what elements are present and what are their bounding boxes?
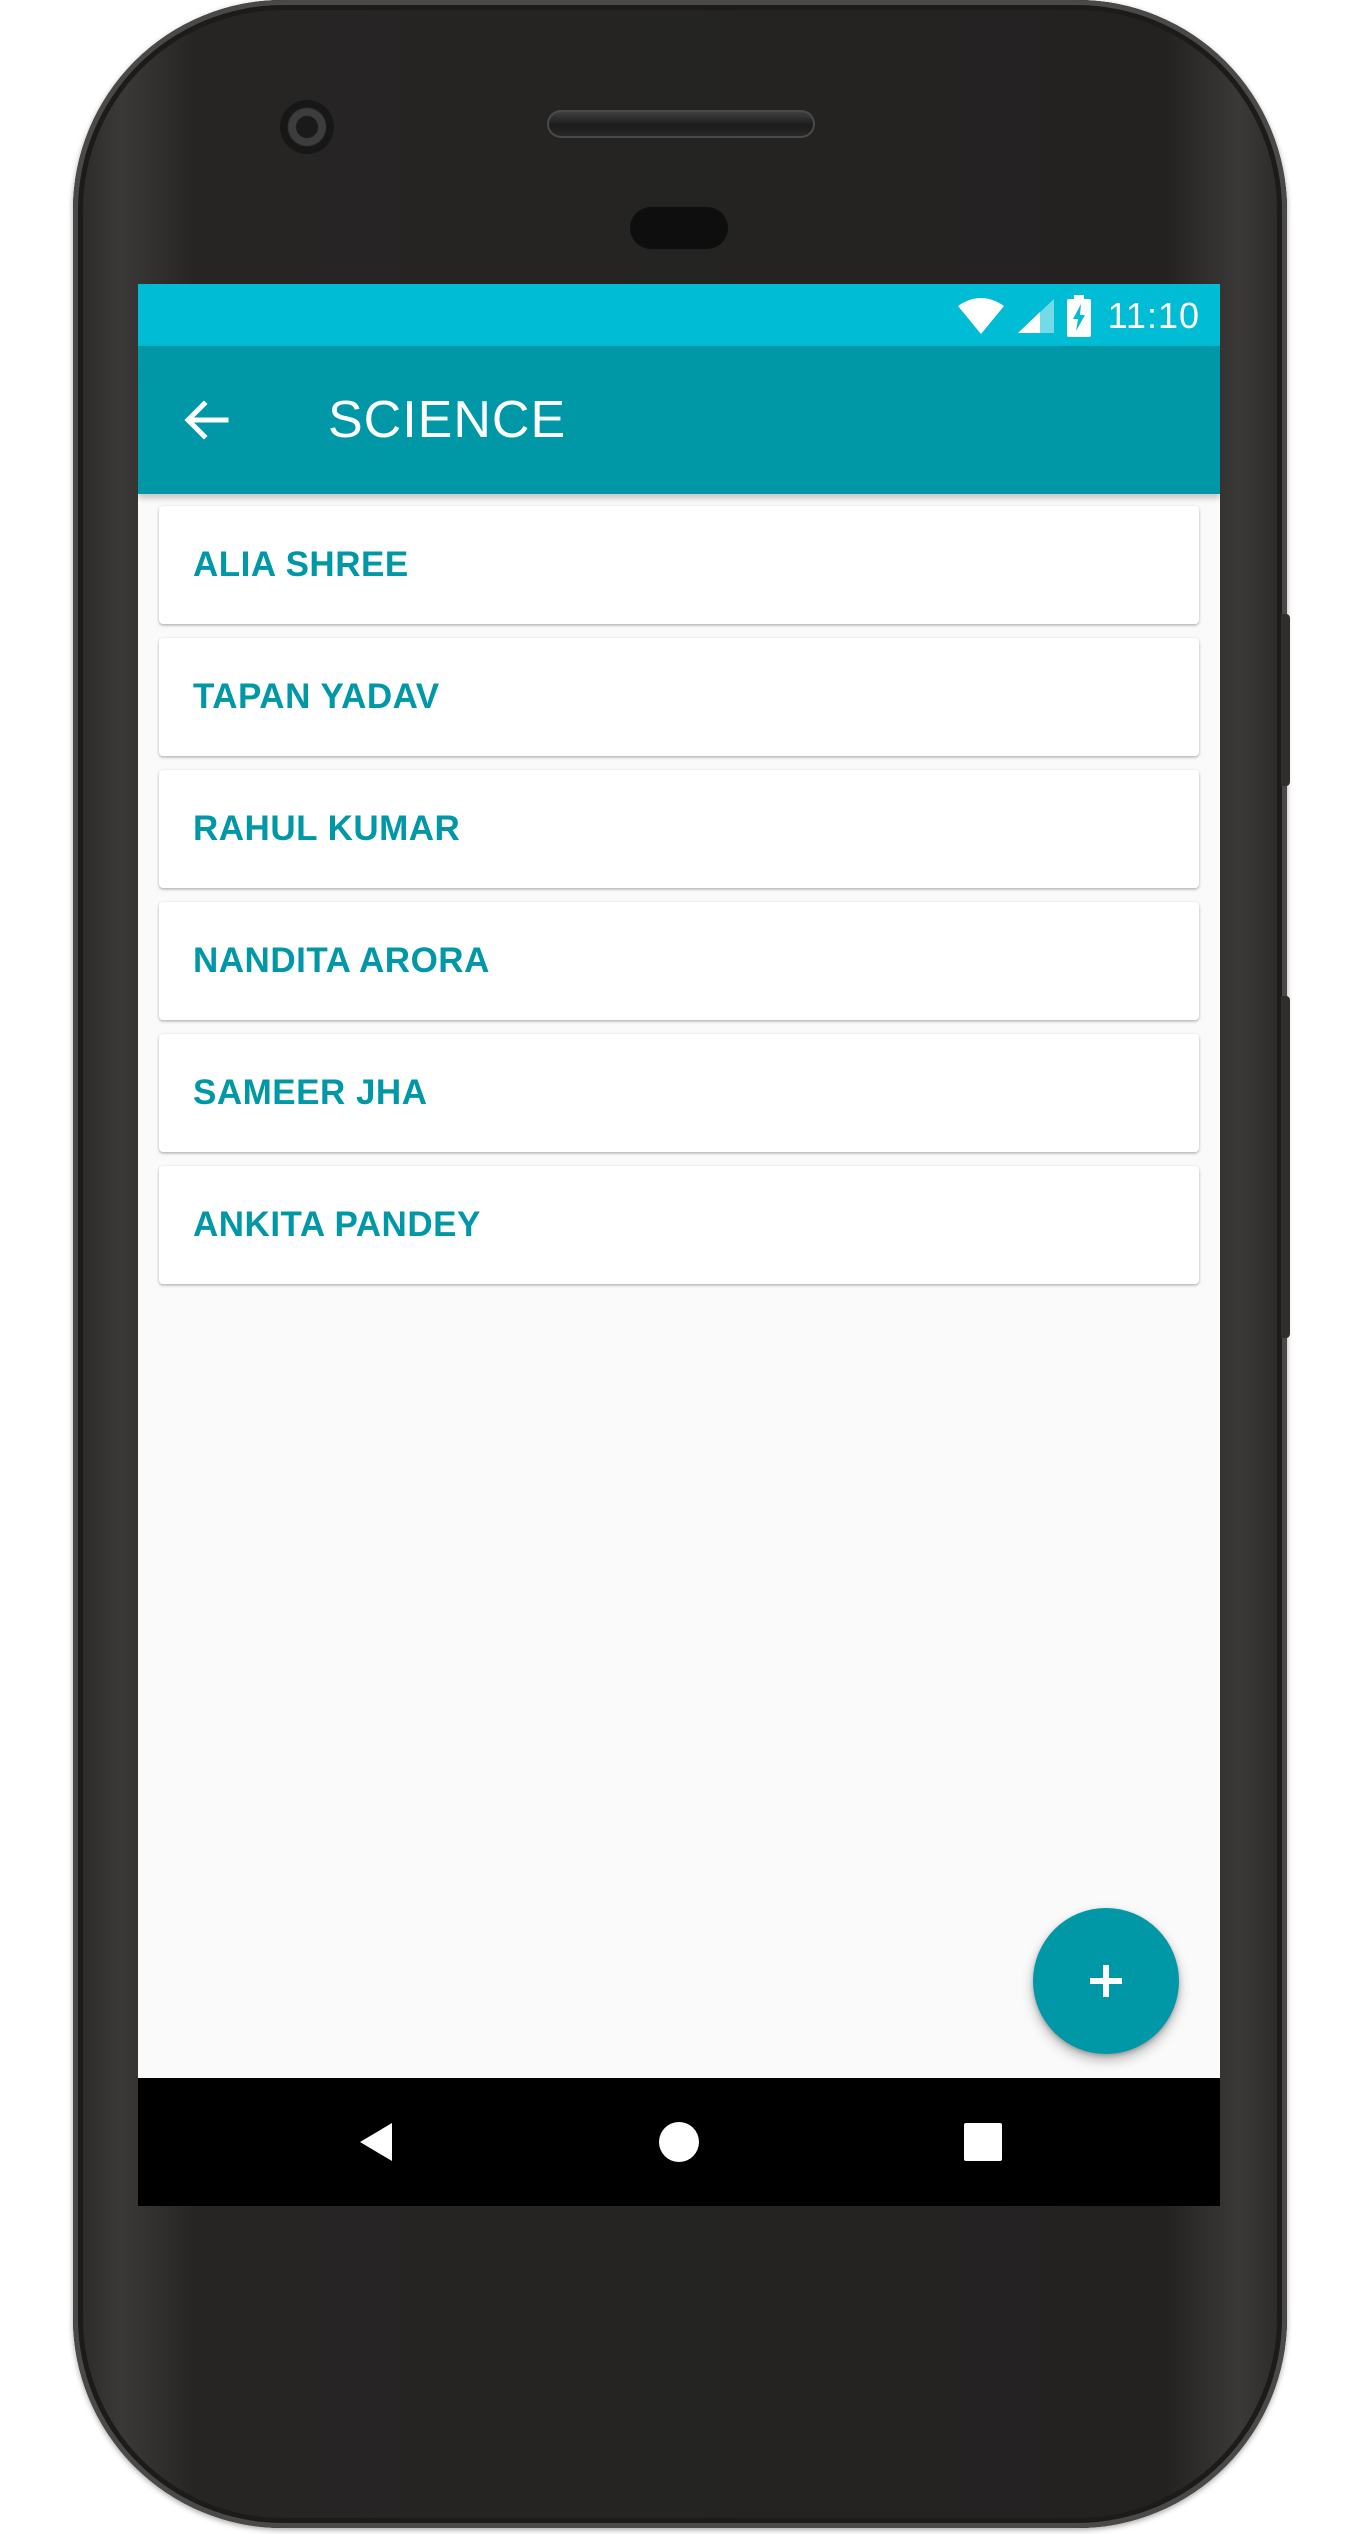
nav-back-button[interactable] bbox=[346, 2112, 406, 2172]
add-student-button[interactable] bbox=[1033, 1908, 1179, 2054]
device-frame-page: 11:10 SCIENCE ALIA SHREE TAPAN YADAV RAH… bbox=[0, 0, 1370, 2534]
nav-recents-button[interactable] bbox=[953, 2112, 1013, 2172]
nav-home-icon bbox=[659, 2122, 699, 2162]
back-button[interactable] bbox=[178, 392, 234, 448]
app-bar: SCIENCE bbox=[138, 346, 1220, 494]
battery-charging-icon bbox=[1066, 295, 1092, 337]
nav-recents-icon bbox=[964, 2123, 1002, 2161]
navigation-bar bbox=[138, 2078, 1220, 2206]
earpiece-speaker bbox=[547, 110, 815, 138]
front-camera-icon bbox=[280, 100, 334, 154]
proximity-sensor bbox=[630, 207, 728, 249]
arrow-back-icon bbox=[184, 400, 229, 440]
list-item[interactable]: NANDITA ARORA bbox=[159, 902, 1199, 1020]
nav-home-button[interactable] bbox=[649, 2112, 709, 2172]
list-item-label: RAHUL KUMAR bbox=[193, 809, 461, 848]
list-item[interactable]: TAPAN YADAV bbox=[159, 638, 1199, 756]
list-item-label: SAMEER JHA bbox=[193, 1073, 428, 1112]
list-item[interactable]: ALIA SHREE bbox=[159, 506, 1199, 624]
phone-side-button-lower bbox=[1281, 996, 1290, 1338]
phone-side-button-upper bbox=[1281, 614, 1290, 786]
list-item[interactable]: RAHUL KUMAR bbox=[159, 770, 1199, 888]
page-title: SCIENCE bbox=[328, 391, 567, 449]
wifi-icon bbox=[956, 296, 1006, 336]
student-list: ALIA SHREE TAPAN YADAV RAHUL KUMAR NANDI… bbox=[159, 506, 1199, 1298]
signal-icon bbox=[1016, 297, 1056, 335]
list-item[interactable]: SAMEER JHA bbox=[159, 1034, 1199, 1152]
list-item-label: TAPAN YADAV bbox=[193, 677, 440, 716]
list-item-label: ALIA SHREE bbox=[193, 545, 409, 584]
list-item-label: ANKITA PANDEY bbox=[193, 1205, 481, 1244]
list-item-label: NANDITA ARORA bbox=[193, 941, 490, 980]
list-item[interactable]: ANKITA PANDEY bbox=[159, 1166, 1199, 1284]
status-bar: 11:10 bbox=[138, 284, 1220, 346]
status-time: 11:10 bbox=[1107, 295, 1200, 336]
nav-back-icon bbox=[360, 2123, 392, 2161]
plus-icon bbox=[1090, 1965, 1122, 1997]
status-icons: 11:10 bbox=[956, 294, 1200, 338]
screen: 11:10 SCIENCE ALIA SHREE TAPAN YADAV RAH… bbox=[138, 284, 1220, 2206]
